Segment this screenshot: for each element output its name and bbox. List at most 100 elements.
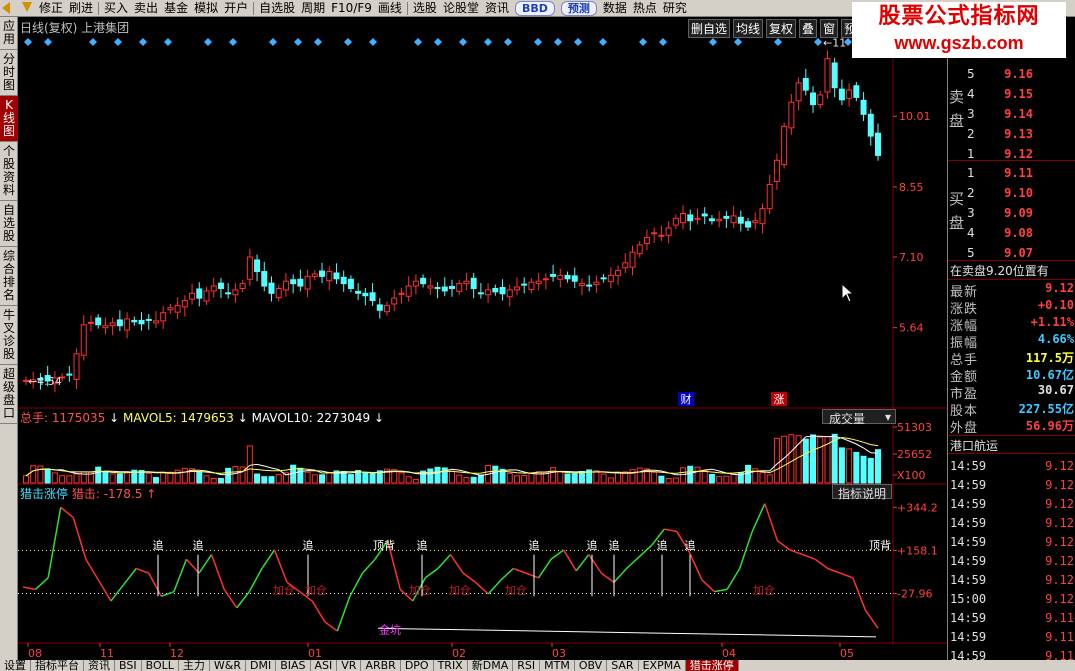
candle-body xyxy=(160,312,167,322)
candle-body xyxy=(290,279,297,285)
bottom-tab[interactable]: 指标平台 xyxy=(31,660,84,671)
candle-body xyxy=(362,292,369,297)
tick-price: 9.12 xyxy=(1045,534,1074,549)
bottom-tab[interactable]: VR xyxy=(337,660,362,671)
indicator-explain-button[interactable]: 指标说明 xyxy=(832,484,893,501)
bottom-tab[interactable]: 资讯 xyxy=(84,660,115,671)
volume-bar xyxy=(651,471,658,484)
toolbar-item[interactable]: 资讯 xyxy=(482,0,512,16)
bbd-button[interactable]: BBD xyxy=(514,0,555,16)
toolbar-item[interactable]: F10/F9 xyxy=(328,0,375,16)
bottom-tab[interactable]: W&R xyxy=(210,660,246,671)
bottom-tab[interactable]: OBV xyxy=(575,660,608,671)
candle-body xyxy=(203,290,210,302)
bottom-tab[interactable]: BOLL xyxy=(142,660,179,671)
volume-bar xyxy=(109,473,116,484)
bottom-tab[interactable]: BSI xyxy=(115,660,142,671)
candle-body xyxy=(254,259,261,273)
candle-body xyxy=(730,215,737,224)
left-tab-kline[interactable]: K线图 xyxy=(0,96,18,142)
up-arrow-icon: ↑ xyxy=(146,487,157,501)
buy-row[interactable]: 4 9.08 xyxy=(967,223,1073,243)
bottom-tab[interactable]: EXPMA xyxy=(639,660,686,671)
toolbar-item[interactable]: 选股 xyxy=(410,0,440,16)
buy-row[interactable]: 3 9.09 xyxy=(967,203,1073,223)
volume-bar xyxy=(95,466,102,484)
candle-body xyxy=(766,183,773,210)
sell-row[interactable]: 4 9.15 xyxy=(967,84,1073,104)
left-tab-apps[interactable]: 应用 xyxy=(0,17,18,50)
bottom-tab[interactable]: ASI xyxy=(311,660,338,671)
volume-bar xyxy=(773,437,780,484)
volume-bar xyxy=(838,447,845,484)
candle-body xyxy=(593,281,600,286)
candle-body xyxy=(557,274,564,280)
toolbar-item[interactable]: 热点 xyxy=(630,0,660,16)
toolbar-item[interactable]: 基金 xyxy=(161,0,191,16)
bottom-tab[interactable]: 设置 xyxy=(0,660,31,671)
candle-body xyxy=(802,78,809,91)
toolbar-item[interactable]: 卖出 xyxy=(131,0,161,16)
toolbar-item[interactable]: 周期 xyxy=(298,0,328,16)
back-arrow-icon[interactable] xyxy=(0,1,18,16)
indicator-select[interactable]: 成交量 ▾ xyxy=(822,409,896,426)
bottom-tab[interactable]: 主力 xyxy=(179,660,210,671)
bottom-tab[interactable]: 新DMA xyxy=(468,660,514,671)
left-tab-ranking[interactable]: 综合排名 xyxy=(0,247,18,306)
toolbar-item[interactable]: 论股堂 xyxy=(440,0,482,16)
toolbar-item[interactable]: 修正 xyxy=(36,0,66,16)
remove-watchlist-button[interactable]: 删自选 xyxy=(688,19,731,38)
sell-row[interactable]: 3 9.14 xyxy=(967,104,1073,124)
toolbar-item[interactable]: 模拟 xyxy=(191,0,221,16)
x-axis-label: 11 xyxy=(100,647,114,660)
ma-button[interactable]: 均线 xyxy=(733,19,764,38)
candle-body xyxy=(347,278,354,289)
x-axis-label: 12 xyxy=(170,647,184,660)
candle-body xyxy=(66,373,73,376)
toolbar-item[interactable]: 研究 xyxy=(660,0,690,16)
candle-body xyxy=(607,274,614,283)
candle-body xyxy=(643,237,650,244)
sell-side-label: 卖 盘 xyxy=(948,88,964,130)
bottom-tab[interactable]: TRIX xyxy=(434,660,468,671)
watermark-logo: 股票公式指标网 www.gszb.com xyxy=(852,2,1066,58)
bottom-tab[interactable]: 猎击涨停 xyxy=(685,660,739,671)
chart-header-buttons: 删自选 均线 复权 叠 窗 预测 xyxy=(688,19,872,38)
adjust-button[interactable]: 复权 xyxy=(766,19,797,38)
sell-row[interactable]: 5 9.16 xyxy=(967,64,1073,84)
buy-row[interactable]: 1 9.11 xyxy=(967,163,1073,183)
buy-row[interactable]: 2 9.10 xyxy=(967,183,1073,203)
toolbar-item[interactable]: 数据 xyxy=(600,0,630,16)
volume-total: 总手: 1175035 xyxy=(20,411,106,425)
bottom-tab[interactable]: DMI xyxy=(246,660,277,671)
toolbar-item[interactable]: 买入 xyxy=(101,0,131,16)
toolbar-item[interactable]: 自选股 xyxy=(256,0,298,16)
kline-chart[interactable]: 10.01 8.55 7.10 5.64 ←4.54 ←11 财 涨 51303 25652 X10… xyxy=(18,17,947,660)
volume-axis-label: 51303 xyxy=(897,421,932,434)
bottom-tab[interactable]: MTM xyxy=(540,660,575,671)
left-tab-profile[interactable]: 个股资料 xyxy=(0,142,18,201)
left-tab-diagnosis[interactable]: 牛叉诊股 xyxy=(0,306,18,365)
bottom-tab[interactable]: RSI xyxy=(513,660,541,671)
sell-row[interactable]: 2 9.13 xyxy=(967,124,1073,144)
indicator-axis-label: +344.2 xyxy=(897,501,938,514)
toolbar-item[interactable]: 开户 xyxy=(221,0,251,16)
bottom-tab[interactable]: DPO xyxy=(401,660,434,671)
marker-jinkang: 金坑 xyxy=(379,622,401,636)
left-tab-super-panel[interactable]: 超级盘口 xyxy=(0,365,18,424)
window-button[interactable]: 窗 xyxy=(820,19,839,38)
sell-row[interactable]: 1 9.12 xyxy=(967,144,1073,164)
bottom-tab[interactable]: ARBR xyxy=(361,660,401,671)
toolbar-item[interactable]: 画线 xyxy=(375,0,405,16)
toolbar-item[interactable]: 刷进 xyxy=(66,0,96,16)
marker-zhui: 追 xyxy=(609,538,620,552)
left-tab-intraday[interactable]: 分时图 xyxy=(0,50,18,96)
bottom-tab[interactable]: BIAS xyxy=(276,660,311,671)
predict-button[interactable]: 预测 xyxy=(560,0,597,16)
candle-body xyxy=(420,277,427,285)
left-tab-watchlist[interactable]: 自选股 xyxy=(0,201,18,247)
down-arrow-icon[interactable] xyxy=(18,1,36,16)
overlay-button[interactable]: 叠 xyxy=(799,19,818,38)
volume-bar xyxy=(788,434,795,484)
bottom-tab[interactable]: SAR xyxy=(607,660,639,671)
